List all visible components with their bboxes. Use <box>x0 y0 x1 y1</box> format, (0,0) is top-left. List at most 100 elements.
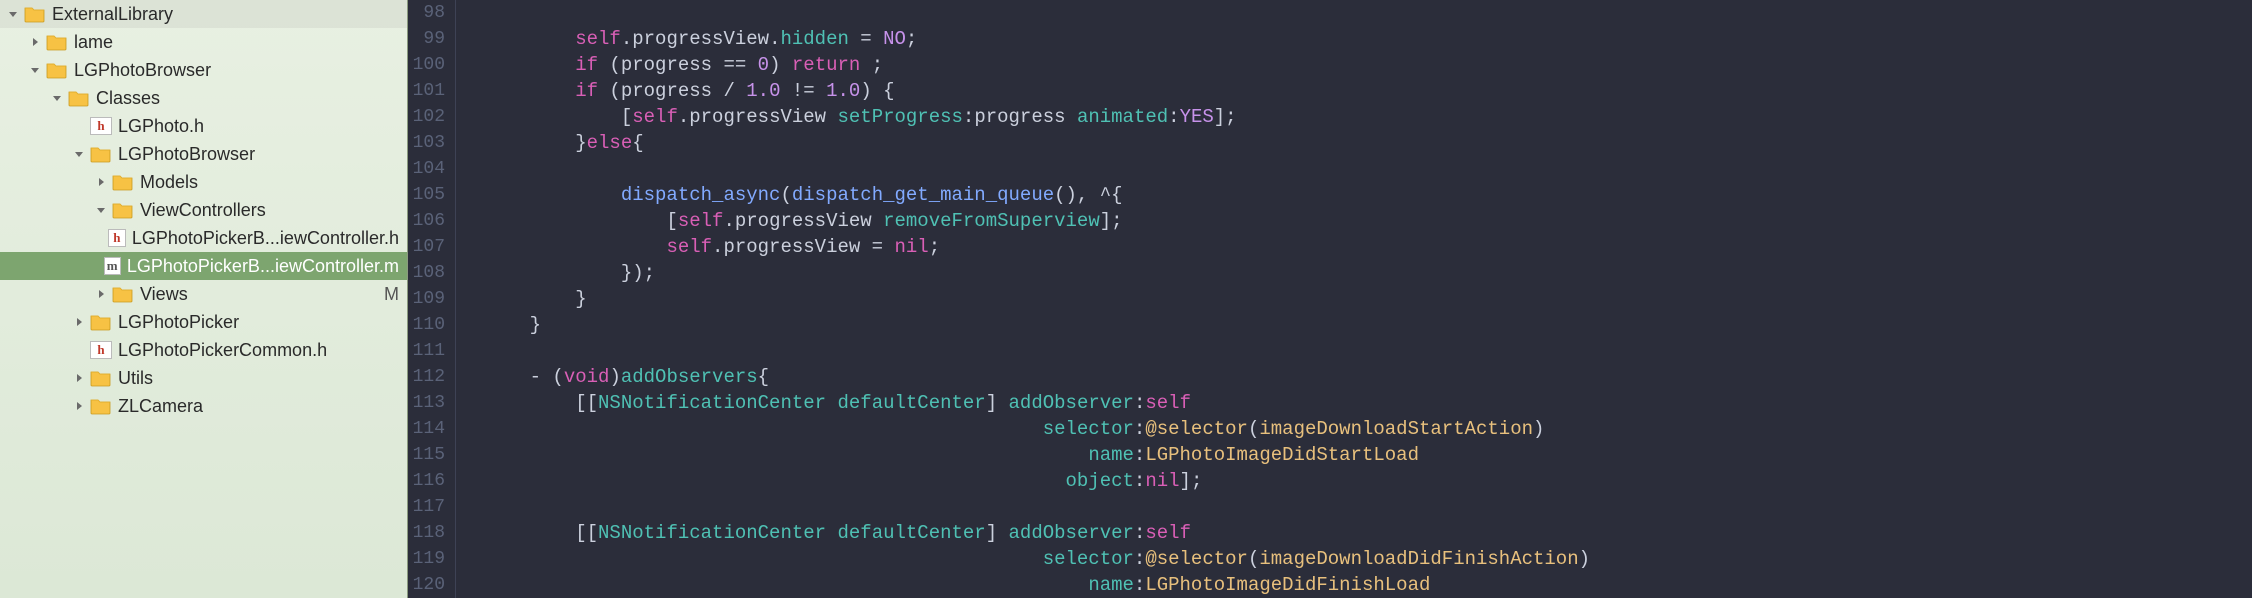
disclosure-triangle-icon[interactable] <box>94 175 108 189</box>
folder-icon <box>24 5 46 23</box>
tree-item-label: ViewControllers <box>140 200 266 221</box>
code-line[interactable]: [[NSNotificationCenter defaultCenter] ad… <box>484 520 2252 546</box>
implementation-file-icon: m <box>104 257 121 275</box>
tree-item-label: Utils <box>118 368 153 389</box>
code-line[interactable] <box>484 156 2252 182</box>
disclosure-triangle-icon[interactable] <box>94 287 108 301</box>
disclosure-triangle-icon[interactable] <box>50 91 64 105</box>
line-number: 101 <box>408 78 451 104</box>
code-line[interactable]: selector:@selector(imageDownloadDidFinis… <box>484 546 2252 572</box>
disclosure-triangle-icon[interactable] <box>6 7 20 21</box>
code-line[interactable] <box>484 494 2252 520</box>
line-number: 110 <box>408 312 451 338</box>
folder-icon <box>90 369 112 387</box>
code-line[interactable]: self.progressView.hidden = NO; <box>484 26 2252 52</box>
tree-item-label: Models <box>140 172 198 193</box>
code-line[interactable]: dispatch_async(dispatch_get_main_queue()… <box>484 182 2252 208</box>
line-number: 103 <box>408 130 451 156</box>
line-number: 116 <box>408 468 451 494</box>
folder-icon <box>112 285 134 303</box>
line-number: 104 <box>408 156 451 182</box>
header-file-icon: h <box>90 117 112 135</box>
disclosure-triangle-icon[interactable] <box>72 371 86 385</box>
line-number: 99 <box>408 26 451 52</box>
folder-tree-item[interactable]: ViewControllers <box>0 196 407 224</box>
line-number: 100 <box>408 52 451 78</box>
code-line[interactable]: }else{ <box>484 130 2252 156</box>
tree-item-label: Views <box>140 284 188 305</box>
tree-item-label: LGPhotoBrowser <box>118 144 255 165</box>
disclosure-triangle-icon[interactable] <box>28 35 42 49</box>
code-line[interactable]: } <box>484 286 2252 312</box>
tree-item-label: ZLCamera <box>118 396 203 417</box>
code-line[interactable]: }); <box>484 260 2252 286</box>
code-line[interactable]: [self.progressView setProgress:progress … <box>484 104 2252 130</box>
folder-tree-item[interactable]: ZLCamera <box>0 392 407 420</box>
line-number: 111 <box>408 338 451 364</box>
code-line[interactable]: - (void)addObservers{ <box>484 364 2252 390</box>
folder-tree-item[interactable]: LGPhotoPicker <box>0 308 407 336</box>
code-line[interactable]: selector:@selector(imageDownloadStartAct… <box>484 416 2252 442</box>
folder-icon <box>46 61 68 79</box>
tree-item-label: ExternalLibrary <box>52 4 173 25</box>
folder-tree-item[interactable]: ViewsM <box>0 280 407 308</box>
line-number: 98 <box>408 0 451 26</box>
folder-tree-item[interactable]: Models <box>0 168 407 196</box>
code-line[interactable]: [self.progressView removeFromSuperview]; <box>484 208 2252 234</box>
folder-tree-item[interactable]: Classes <box>0 84 407 112</box>
line-number: 119 <box>408 546 451 572</box>
fold-column <box>456 0 470 598</box>
line-number: 106 <box>408 208 451 234</box>
tree-item-label: Classes <box>96 88 160 109</box>
tree-item-label: LGPhoto.h <box>118 116 204 137</box>
folder-tree-item[interactable]: LGPhotoBrowser <box>0 56 407 84</box>
tree-item-label: LGPhotoPickerCommon.h <box>118 340 327 361</box>
code-line[interactable]: self.progressView = nil; <box>484 234 2252 260</box>
line-number: 112 <box>408 364 451 390</box>
tree-item-label: LGPhotoPicker <box>118 312 239 333</box>
folder-tree-item[interactable]: lame <box>0 28 407 56</box>
line-number-gutter: 9899100101102103104105106107108109110111… <box>408 0 456 598</box>
disclosure-triangle-icon[interactable] <box>72 147 86 161</box>
line-number: 108 <box>408 260 451 286</box>
line-number: 105 <box>408 182 451 208</box>
line-number: 114 <box>408 416 451 442</box>
folder-icon <box>46 33 68 51</box>
code-line[interactable] <box>484 0 2252 26</box>
tree-item-label: lame <box>74 32 113 53</box>
folder-icon <box>90 313 112 331</box>
file-tree-item[interactable]: h LGPhotoPickerCommon.h <box>0 336 407 364</box>
folder-icon <box>112 201 134 219</box>
code-editor[interactable]: 9899100101102103104105106107108109110111… <box>408 0 2252 598</box>
disclosure-triangle-icon[interactable] <box>94 203 108 217</box>
folder-icon <box>68 89 90 107</box>
folder-tree-item[interactable]: ExternalLibrary <box>0 0 407 28</box>
tree-item-label: LGPhotoPickerB...iewController.h <box>132 228 399 249</box>
code-line[interactable]: } <box>484 312 2252 338</box>
disclosure-triangle-icon[interactable] <box>28 63 42 77</box>
file-tree-item[interactable]: h LGPhotoPickerB...iewController.h <box>0 224 407 252</box>
file-navigator[interactable]: ExternalLibrary lame LGPhotoBrowser Classes… <box>0 0 408 598</box>
code-line[interactable] <box>484 338 2252 364</box>
code-line[interactable]: name:LGPhotoImageDidStartLoad <box>484 442 2252 468</box>
code-line[interactable]: if (progress / 1.0 != 1.0) { <box>484 78 2252 104</box>
code-area[interactable]: self.progressView.hidden = NO; if (progr… <box>470 0 2252 598</box>
line-number: 102 <box>408 104 451 130</box>
file-tree-item[interactable]: h LGPhoto.h <box>0 112 407 140</box>
header-file-icon: h <box>90 341 112 359</box>
folder-icon <box>112 173 134 191</box>
file-tree-item[interactable]: m LGPhotoPickerB...iewController.m <box>0 252 407 280</box>
code-line[interactable]: if (progress == 0) return ; <box>484 52 2252 78</box>
folder-icon <box>90 397 112 415</box>
disclosure-triangle-icon[interactable] <box>72 315 86 329</box>
code-line[interactable]: object:nil]; <box>484 468 2252 494</box>
tree-item-label: LGPhotoPickerB...iewController.m <box>127 256 399 277</box>
header-file-icon: h <box>108 229 126 247</box>
folder-tree-item[interactable]: LGPhotoBrowser <box>0 140 407 168</box>
folder-tree-item[interactable]: Utils <box>0 364 407 392</box>
disclosure-triangle-icon[interactable] <box>72 399 86 413</box>
line-number: 109 <box>408 286 451 312</box>
code-line[interactable]: [[NSNotificationCenter defaultCenter] ad… <box>484 390 2252 416</box>
line-number: 115 <box>408 442 451 468</box>
code-line[interactable]: name:LGPhotoImageDidFinishLoad <box>484 572 2252 598</box>
